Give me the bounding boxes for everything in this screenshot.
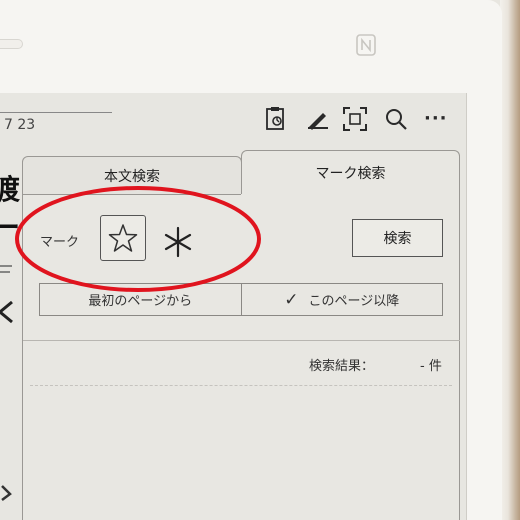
mark-star-button[interactable] xyxy=(100,215,146,261)
range-from-this-page[interactable]: ✓ このページ以降 xyxy=(240,284,443,315)
book-char: 渡 xyxy=(0,173,21,206)
search-panel: 本文検索 マーク検索 xyxy=(22,150,460,520)
page-number: 7 23 xyxy=(4,117,36,133)
search-button[interactable]: 検索 xyxy=(352,219,443,257)
search-range-group: 最初のページから ✓ このページ以降 xyxy=(39,283,443,316)
document-icon[interactable] xyxy=(263,106,289,132)
more-icon[interactable]: ··· xyxy=(424,108,448,129)
book-glyph-icon xyxy=(0,300,13,324)
mark-label: マーク xyxy=(40,235,80,250)
pen-icon[interactable] xyxy=(306,108,330,130)
stylus-slot xyxy=(0,39,23,49)
results-divider xyxy=(23,340,460,341)
nfc-icon xyxy=(356,34,376,56)
tab-underline xyxy=(22,194,241,195)
fullscreen-icon[interactable] xyxy=(342,106,368,132)
asterisk-icon[interactable] xyxy=(160,224,196,260)
range-from-first-page[interactable]: 最初のページから xyxy=(40,284,241,315)
device-edge xyxy=(500,0,520,520)
range-label: 最初のページから xyxy=(88,294,193,309)
check-icon: ✓ xyxy=(284,289,299,310)
result-separator xyxy=(30,385,452,386)
tab-label: 本文検索 xyxy=(104,168,160,185)
book-char: ー xyxy=(0,211,21,244)
tab-label: マーク検索 xyxy=(315,165,386,182)
star-icon xyxy=(108,224,138,252)
result-label: 検索結果： xyxy=(309,359,375,374)
page-progress-line xyxy=(0,112,112,113)
book-glyph-icon xyxy=(1,485,12,501)
range-label: このページ以降 xyxy=(308,294,400,309)
tab-mark-search[interactable]: マーク検索 xyxy=(241,150,460,194)
search-icon[interactable] xyxy=(384,107,408,131)
book-glyph-icon xyxy=(0,265,12,273)
search-button-label: 検索 xyxy=(383,231,412,247)
book-text-strip: 渡 ー xyxy=(0,150,22,520)
result-count: - 件 xyxy=(420,359,442,374)
tab-text-search[interactable]: 本文検索 xyxy=(22,156,242,194)
